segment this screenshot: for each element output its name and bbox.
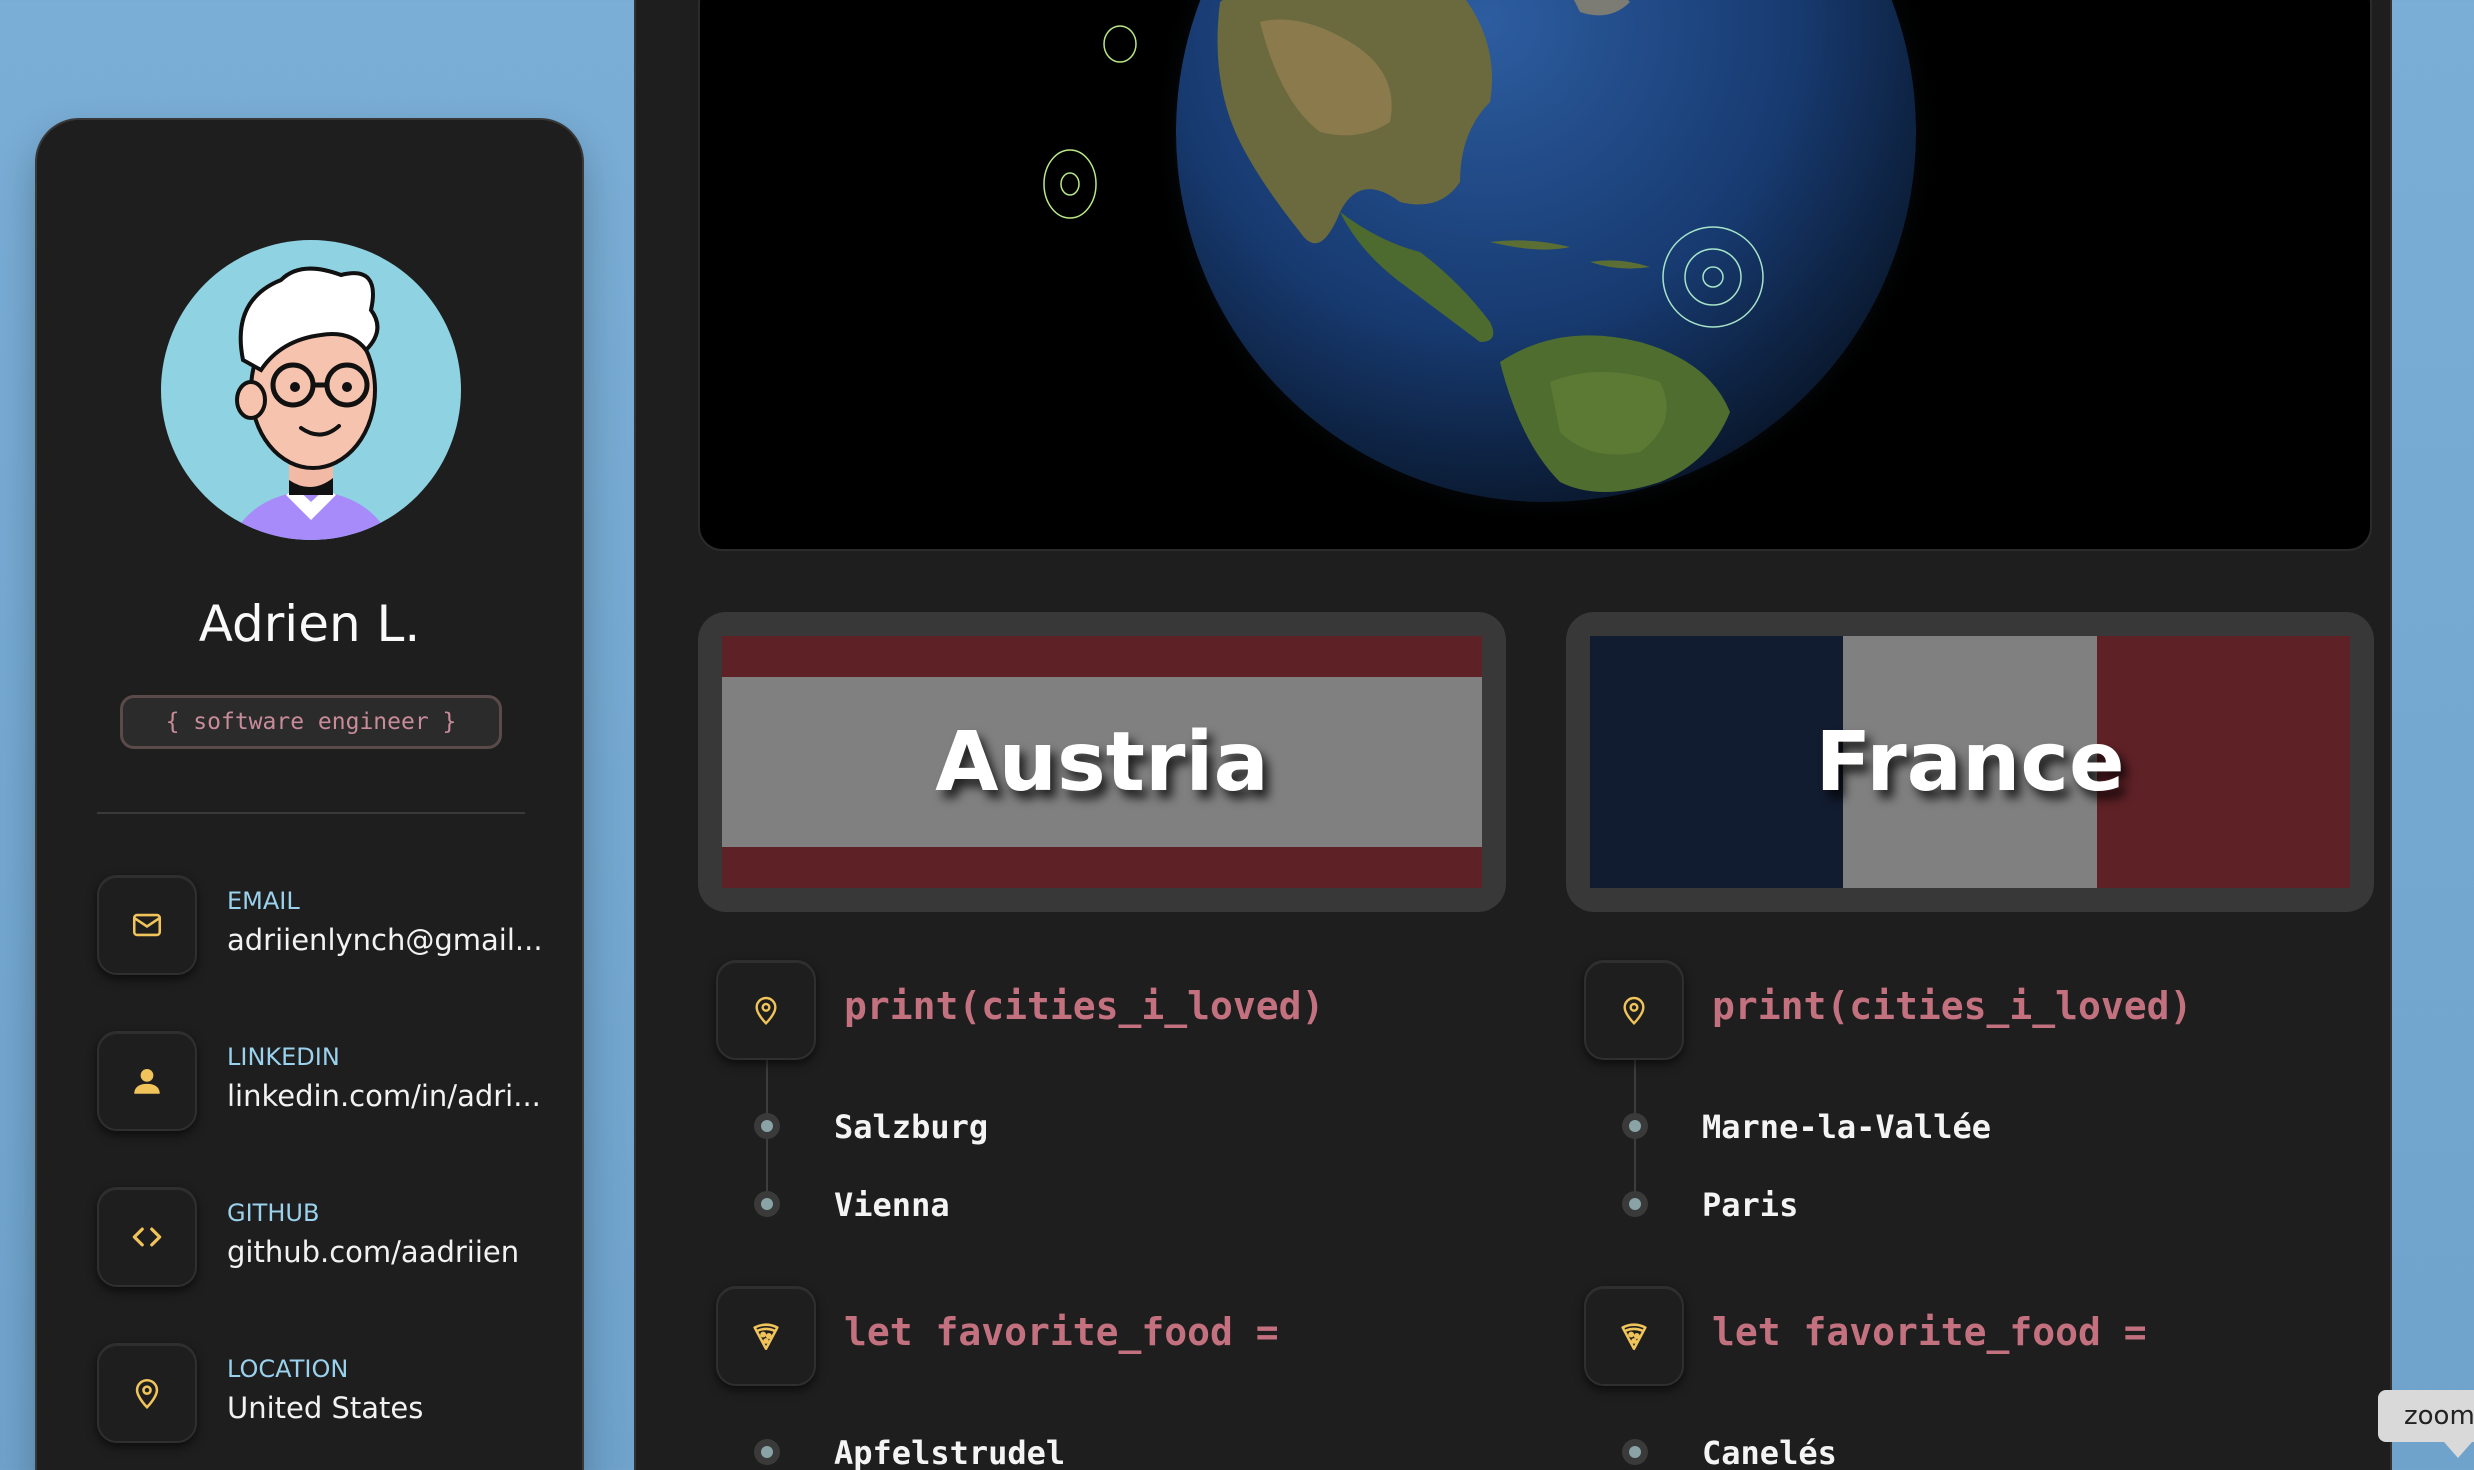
globe-viewer[interactable]: [698, 0, 2372, 551]
pizza-icon: [716, 1286, 816, 1386]
cities-section-france: print(cities_i_loved): [1584, 960, 2284, 1060]
cities-code-label: print(cities_i_loved): [1712, 984, 2193, 1028]
contact-label: LOCATION: [227, 1355, 349, 1383]
zoom-tooltip: zoom: [2378, 1390, 2474, 1458]
city-name: Salzburg: [834, 1108, 989, 1146]
code-icon: [97, 1187, 197, 1287]
food-name: Canelés: [1702, 1434, 1837, 1470]
timeline-dot: [1622, 1113, 1648, 1139]
timeline-dot: [1622, 1439, 1648, 1465]
timeline-dot: [754, 1113, 780, 1139]
contact-email[interactable]: EMAIL adriienlynch@gmail...: [97, 875, 557, 975]
contact-github[interactable]: GITHUB github.com/aadriien: [97, 1187, 557, 1287]
contact-label: EMAIL: [227, 887, 300, 915]
mail-icon: [97, 875, 197, 975]
contact-location: LOCATION United States: [97, 1343, 557, 1443]
food-name: Apfelstrudel: [834, 1434, 1066, 1470]
contact-linkedin[interactable]: LINKEDIN linkedin.com/in/adri...: [97, 1031, 557, 1131]
list-item: Salzburg: [754, 1106, 1254, 1146]
food-code-label: let favorite_food =: [1712, 1310, 2147, 1354]
city-name: Paris: [1702, 1186, 1799, 1224]
main-panel: Austria France print(cities_i_loved) Sal…: [634, 0, 2392, 1470]
user-icon: [97, 1031, 197, 1131]
country-card-austria[interactable]: Austria: [698, 612, 1506, 912]
contact-label: GITHUB: [227, 1199, 320, 1227]
food-section-france: let favorite_food =: [1584, 1286, 2284, 1386]
country-card-france[interactable]: France: [1566, 612, 2374, 912]
flag-france: France: [1590, 636, 2350, 888]
timeline-dot: [754, 1439, 780, 1465]
github-link[interactable]: github.com/aadriien: [227, 1235, 557, 1269]
country-name: Austria: [935, 714, 1269, 810]
cities-code-label: print(cities_i_loved): [844, 984, 1325, 1028]
flag-austria: Austria: [722, 636, 1482, 888]
country-name: France: [1815, 714, 2125, 810]
list-item: Paris: [1622, 1184, 2222, 1224]
email-link[interactable]: adriienlynch@gmail...: [227, 923, 557, 957]
pizza-icon: [1584, 1286, 1684, 1386]
list-item: Vienna: [754, 1184, 1254, 1224]
list-item: Marne-la-Vallée: [1622, 1106, 2222, 1146]
map-pin-icon: [1584, 960, 1684, 1060]
avatar: [161, 240, 461, 540]
timeline-dot: [1622, 1191, 1648, 1217]
linkedin-link[interactable]: linkedin.com/in/adri...: [227, 1079, 557, 1113]
role-badge: { software engineer }: [120, 695, 502, 749]
profile-sidebar: Adrien L. { software engineer } EMAIL ad…: [35, 118, 584, 1470]
cities-section-austria: print(cities_i_loved): [716, 960, 1416, 1060]
divider: [97, 812, 525, 814]
city-name: Vienna: [834, 1186, 950, 1224]
list-item: Apfelstrudel: [754, 1432, 1254, 1470]
contact-label: LINKEDIN: [227, 1043, 340, 1071]
map-pin-icon: [716, 960, 816, 1060]
food-section-austria: let favorite_food =: [716, 1286, 1416, 1386]
profile-name: Adrien L.: [198, 595, 421, 653]
timeline-dot: [754, 1191, 780, 1217]
city-name: Marne-la-Vallée: [1702, 1108, 1991, 1146]
map-pin-icon: [97, 1343, 197, 1443]
list-item: Canelés: [1622, 1432, 2222, 1470]
location-value: United States: [227, 1391, 424, 1425]
food-code-label: let favorite_food =: [844, 1310, 1279, 1354]
